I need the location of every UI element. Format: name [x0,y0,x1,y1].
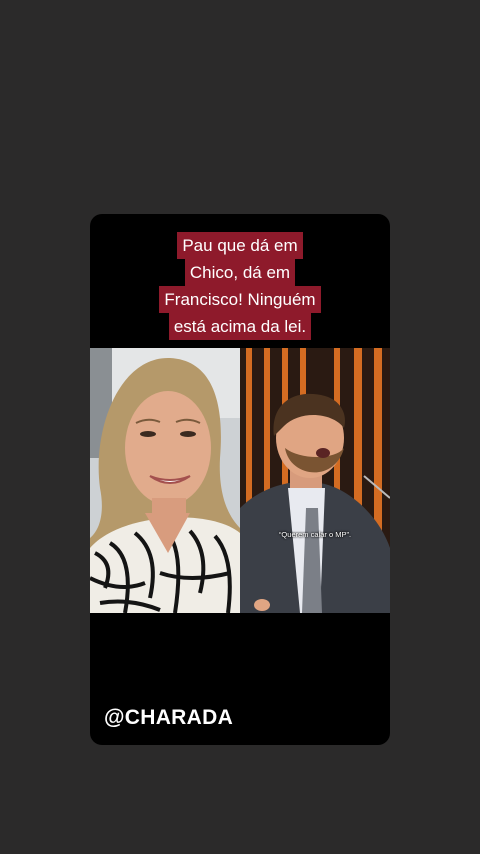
watermark-handle: @CHARADA [104,706,234,729]
video-subtitle: “Querem calar o MP”. [278,530,352,539]
caption-line-4: está acima da lei. [168,313,312,340]
left-video-woman [90,348,240,613]
caption-line-1: Pau que dá em [177,232,303,259]
split-video[interactable]: “Querem calar o MP”. [90,348,390,613]
video-card[interactable]: Pau que dá em Chico, dá em Francisco! Ni… [90,214,390,745]
woman-video-frame [90,348,240,613]
caption-line-2: Chico, dá em [184,259,296,286]
speaker-video-frame [240,348,390,613]
caption-overlay: Pau que dá em Chico, dá em Francisco! Ni… [90,232,390,340]
caption-line-3: Francisco! Ninguém [159,286,321,313]
right-video-speaker: “Querem calar o MP”. [240,348,390,613]
